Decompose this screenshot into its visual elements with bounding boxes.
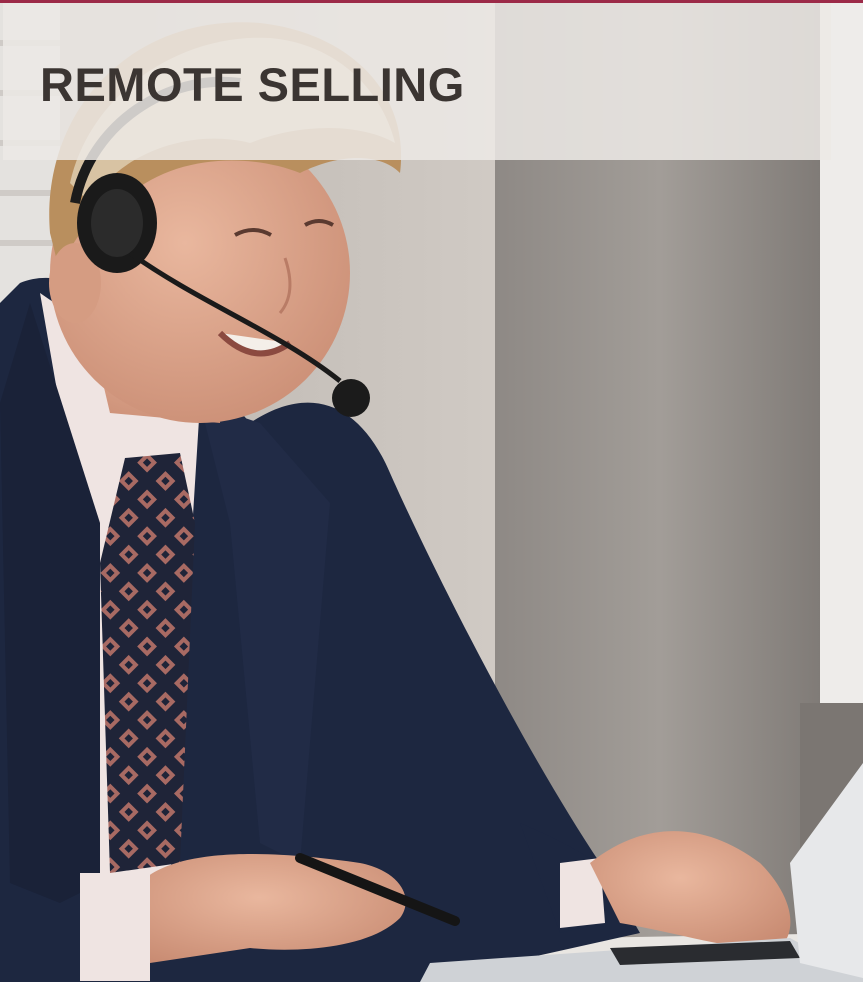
title-banner: REMOTE SELLING: [3, 3, 831, 160]
page-title: REMOTE SELLING: [40, 58, 465, 111]
